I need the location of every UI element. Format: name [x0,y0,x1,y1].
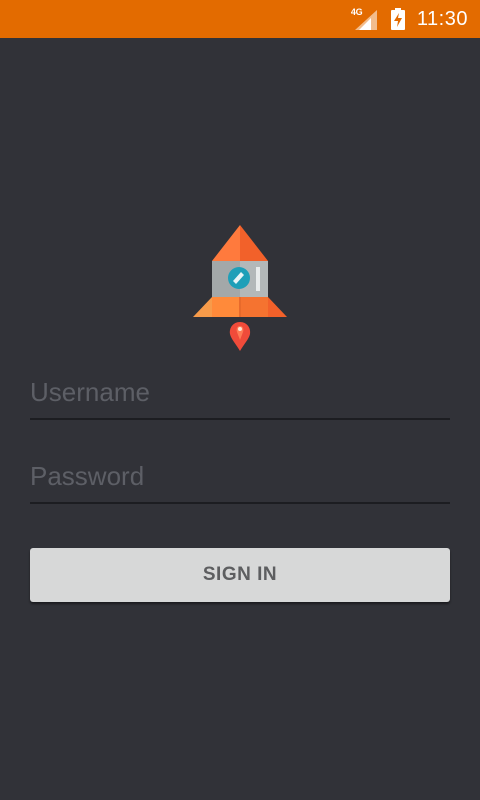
network-type-label: 4G [350,7,363,17]
rocket-icon [190,225,290,351]
battery-charging-icon [390,8,405,30]
login-screen: SIGN IN [0,38,480,800]
status-bar: 4G 11:30 [0,0,480,38]
sign-in-button[interactable]: SIGN IN [30,548,450,602]
signal-icon: 4G [351,8,379,30]
status-icons: 4G 11:30 [351,0,468,38]
password-input[interactable] [30,454,450,498]
status-time: 11:30 [416,7,468,30]
username-field [30,370,450,420]
username-input[interactable] [30,370,450,414]
password-field [30,454,450,504]
